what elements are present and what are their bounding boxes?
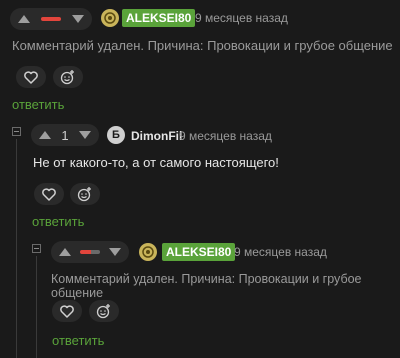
avatar[interactable]	[101, 9, 119, 27]
rating-value: 1	[61, 127, 69, 143]
downvote-icon[interactable]	[78, 131, 91, 139]
avatar[interactable]	[139, 243, 157, 261]
reply-link[interactable]: ответить	[12, 97, 64, 112]
heart-icon	[42, 187, 56, 201]
rating-bar	[80, 250, 100, 254]
smiley-plus-icon	[60, 70, 74, 85]
collapse-toggle[interactable]	[12, 127, 21, 136]
comment-time[interactable]: 9 месяцев назад	[234, 245, 327, 259]
author-badge[interactable]: ALEKSEI80	[122, 9, 196, 27]
downvote-icon[interactable]	[72, 15, 84, 23]
author-name[interactable]: DimonFil	[131, 129, 182, 143]
downvote-icon[interactable]	[109, 248, 121, 256]
like-button[interactable]	[52, 300, 82, 322]
like-button[interactable]	[34, 183, 64, 205]
thread-line	[16, 139, 17, 358]
comment-time[interactable]: 9 месяцев назад	[195, 11, 288, 25]
author-badge[interactable]: ALEKSEI80	[162, 243, 236, 261]
avatar[interactable]: Б	[107, 126, 125, 144]
comment-time[interactable]: 9 месяцев назад	[179, 129, 272, 143]
vote-widget-3	[51, 241, 129, 263]
smiley-plus-icon	[77, 187, 91, 202]
react-button[interactable]	[70, 183, 100, 205]
emblem-icon	[142, 246, 154, 258]
upvote-icon[interactable]	[18, 15, 30, 23]
upvote-icon[interactable]	[59, 248, 71, 256]
avatar-letter: Б	[112, 129, 120, 141]
vote-widget-2: 1	[31, 124, 99, 146]
collapse-toggle[interactable]	[32, 244, 41, 253]
react-button[interactable]	[53, 66, 83, 88]
heart-icon	[60, 304, 74, 318]
vote-widget-1	[10, 8, 92, 30]
thread-line	[36, 256, 37, 358]
upvote-icon[interactable]	[39, 131, 51, 139]
like-button[interactable]	[16, 66, 46, 88]
react-button[interactable]	[89, 300, 119, 322]
comment-text: Комментарий удален. Причина: Провокации …	[51, 272, 362, 300]
reply-link[interactable]: ответить	[52, 333, 104, 348]
emblem-icon	[104, 12, 116, 24]
heart-icon	[24, 70, 38, 84]
rating-bar	[41, 17, 61, 21]
smiley-plus-icon	[96, 304, 110, 319]
comment-text: Не от какого-то, а от самого настоящего!	[33, 155, 279, 170]
comment-text: Комментарий удален. Причина: Провокации …	[12, 38, 393, 53]
reply-link[interactable]: ответить	[32, 214, 84, 229]
